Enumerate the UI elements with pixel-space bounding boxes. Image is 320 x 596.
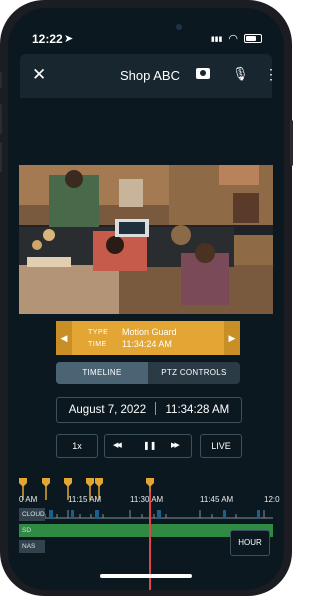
signal-icon: ▮▮▮	[210, 35, 223, 43]
tab-ptz-controls[interactable]: PTZ CONTROLS	[148, 362, 240, 384]
tab-timeline[interactable]: TIMELINE	[56, 362, 148, 384]
status-time: 12:22	[32, 32, 63, 46]
next-event-icon[interactable]: ▶	[224, 321, 240, 355]
volume-up-button	[0, 104, 2, 134]
camera-title: Shop ABC	[120, 68, 180, 83]
view-tabs: TIMELINE PTZ CONTROLS	[56, 362, 240, 384]
tick-label: 12:0	[264, 495, 280, 504]
previous-event-icon[interactable]: ◀	[56, 321, 72, 355]
event-type-value: Motion Guard	[122, 327, 177, 337]
tick-label: 0 AM	[19, 495, 38, 504]
battery-icon	[244, 34, 262, 43]
playback-speed-button[interactable]: 1x	[56, 434, 98, 458]
screen: 12:22 ➤ ▮▮▮ ◠ ✕ Shop ABC 🎙 ⋮ ◀ TYPE Moti…	[8, 8, 284, 590]
track-label-cloud: CLOUD	[19, 508, 45, 521]
rewind-icon[interactable]: ◀◀	[113, 435, 122, 457]
wifi-icon: ◠	[228, 33, 238, 45]
home-indicator	[100, 574, 192, 578]
event-marker[interactable]	[95, 478, 103, 487]
phone-frame: 12:22 ➤ ▮▮▮ ◠ ✕ Shop ABC 🎙 ⋮ ◀ TYPE Moti…	[0, 0, 293, 596]
power-button	[290, 120, 293, 166]
store-scene-image	[19, 165, 273, 314]
track-cloud[interactable]: CLOUD	[19, 508, 273, 521]
event-marker[interactable]	[42, 478, 50, 487]
snapshot-camera-icon[interactable]	[196, 68, 210, 79]
camera-header: ✕ Shop ABC 🎙 ⋮	[20, 54, 278, 98]
more-options-icon[interactable]: ⋮	[264, 66, 278, 83]
microphone-icon[interactable]: 🎙	[232, 66, 249, 82]
close-icon[interactable]: ✕	[32, 65, 46, 85]
event-type-label: TYPE	[88, 329, 109, 336]
event-time-value: 11:34:24 AM	[122, 339, 172, 349]
fast-forward-icon[interactable]: ▶▶	[171, 435, 180, 457]
location-icon: ➤	[64, 33, 74, 45]
cloud-clip[interactable]	[95, 510, 99, 519]
cloud-clip[interactable]	[71, 510, 74, 519]
cloud-clip[interactable]	[257, 510, 260, 519]
tick-label: 11:15 AM	[68, 495, 102, 504]
tick-label: 11:45 AM	[200, 495, 234, 504]
event-marker[interactable]	[146, 478, 154, 487]
silent-switch	[0, 72, 2, 88]
cloud-clip[interactable]	[223, 510, 226, 519]
event-time-label: TIME	[88, 341, 107, 348]
live-button[interactable]: LIVE	[200, 434, 242, 458]
playback-datetime[interactable]: August 7, 2022 11:34:28 AM	[56, 397, 242, 423]
cloud-clip[interactable]	[49, 510, 53, 519]
cloud-clip[interactable]	[157, 510, 161, 519]
volume-down-button	[0, 142, 2, 172]
transport-controls: ◀◀ ❚❚ ▶▶	[104, 434, 192, 458]
datetime-divider	[155, 402, 157, 415]
event-banner[interactable]: ◀ TYPE Motion Guard TIME 11:34:24 AM ▶	[56, 321, 240, 355]
track-label-sd: SD	[19, 524, 45, 537]
event-marker[interactable]	[64, 478, 72, 487]
timeline-zoom-button[interactable]: HOUR	[230, 530, 270, 556]
playback-date: August 7, 2022	[68, 404, 147, 416]
track-label-nas: NAS	[19, 540, 45, 553]
camera-video-feed[interactable]	[19, 165, 273, 314]
playback-time: 11:34:28 AM	[165, 404, 230, 416]
front-camera	[176, 24, 182, 30]
pause-icon[interactable]: ❚❚	[143, 435, 156, 457]
event-marker[interactable]	[86, 478, 94, 487]
event-marker[interactable]	[19, 478, 27, 487]
status-bar: 12:22 ➤ ▮▮▮ ◠	[8, 8, 284, 48]
tick-label: 11:30 AM	[130, 495, 164, 504]
